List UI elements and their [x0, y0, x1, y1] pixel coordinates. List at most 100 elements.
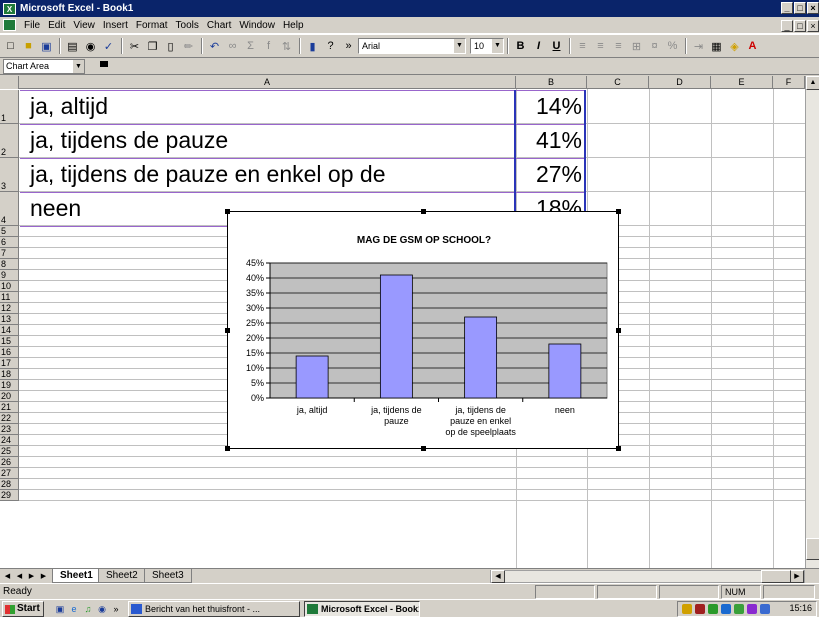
- align-left-icon[interactable]: ≡: [574, 38, 591, 55]
- merge-center-icon[interactable]: ⊞: [628, 38, 645, 55]
- italic-button[interactable]: I: [530, 38, 547, 55]
- percent-icon[interactable]: %: [664, 38, 681, 55]
- antivirus-icon[interactable]: [708, 604, 718, 614]
- currency-icon[interactable]: ¤: [646, 38, 663, 55]
- resize-handle[interactable]: [421, 209, 426, 214]
- row-header-7[interactable]: 7: [0, 248, 19, 259]
- row-header-22[interactable]: 22: [0, 413, 19, 424]
- function-icon[interactable]: f: [260, 38, 277, 55]
- speaker-icon[interactable]: [682, 604, 692, 614]
- spelling-icon[interactable]: ✓: [100, 38, 117, 55]
- column-header-a[interactable]: A: [19, 76, 516, 89]
- users-icon[interactable]: [760, 604, 770, 614]
- media-player-icon[interactable]: ♫: [82, 603, 94, 615]
- font-size-select[interactable]: 10 ▼: [470, 38, 504, 54]
- chevron-down-icon[interactable]: ▼: [454, 39, 465, 53]
- network-icon[interactable]: [695, 604, 705, 614]
- row-header-8[interactable]: 8: [0, 259, 19, 270]
- column-header-c[interactable]: C: [587, 76, 649, 89]
- scroll-up-icon[interactable]: ▲: [806, 76, 819, 90]
- row-header-28[interactable]: 28: [0, 479, 19, 490]
- workbook-close-button[interactable]: ×: [807, 20, 819, 32]
- font-color-icon[interactable]: A: [744, 38, 761, 55]
- menu-tools[interactable]: Tools: [172, 20, 203, 31]
- row-header-25[interactable]: 25: [0, 446, 19, 457]
- menu-file[interactable]: File: [20, 20, 44, 31]
- cell-b1[interactable]: 14%: [516, 92, 586, 123]
- align-right-icon[interactable]: ≡: [610, 38, 627, 55]
- column-header-e[interactable]: E: [711, 76, 773, 89]
- row-header-2[interactable]: 2: [0, 124, 19, 158]
- tab-sheet3[interactable]: Sheet3: [144, 569, 192, 583]
- font-name-select[interactable]: Arial ▼: [358, 38, 466, 54]
- tab-sheet2[interactable]: Sheet2: [98, 569, 146, 583]
- cell-b3[interactable]: 27%: [516, 160, 586, 191]
- row-header-14[interactable]: 14: [0, 325, 19, 336]
- autosum-icon[interactable]: Σ: [242, 38, 259, 55]
- row-header-3[interactable]: 3: [0, 158, 19, 192]
- tab-sheet1[interactable]: Sheet1: [52, 569, 101, 583]
- row-header-9[interactable]: 9: [0, 270, 19, 281]
- scroll-right-icon[interactable]: ▶: [790, 570, 804, 583]
- select-all-corner[interactable]: [0, 76, 19, 89]
- row-header-18[interactable]: 18: [0, 369, 19, 380]
- cell-a1[interactable]: ja, altijd: [20, 92, 515, 123]
- row-header-20[interactable]: 20: [0, 391, 19, 402]
- chart-wizard-icon[interactable]: ▮: [304, 38, 321, 55]
- sort-ascending-icon[interactable]: ⇅: [278, 38, 295, 55]
- next-sheet-icon[interactable]: ▶: [26, 571, 37, 582]
- resize-handle[interactable]: [225, 209, 230, 214]
- prev-sheet-icon[interactable]: ◀: [14, 571, 25, 582]
- workbook-restore-button[interactable]: □: [794, 20, 806, 32]
- close-button[interactable]: ×: [807, 2, 819, 14]
- vertical-scrollbar[interactable]: ▲: [805, 76, 819, 568]
- cut-icon[interactable]: ✂: [126, 38, 143, 55]
- print-preview-icon[interactable]: ◉: [82, 38, 99, 55]
- resize-handle[interactable]: [616, 209, 621, 214]
- row-header-5[interactable]: 5: [0, 226, 19, 237]
- monitor-icon[interactable]: [721, 604, 731, 614]
- hyperlink-icon[interactable]: ∞: [224, 38, 241, 55]
- menu-format[interactable]: Format: [132, 20, 172, 31]
- row-header-12[interactable]: 12: [0, 303, 19, 314]
- row-header-13[interactable]: 13: [0, 314, 19, 325]
- minimize-button[interactable]: _: [781, 2, 793, 14]
- worksheet-grid[interactable]: ja, altijd 14% ja, tijdens de pauze 41% ja, …: [0, 76, 805, 568]
- print-icon[interactable]: ▤: [64, 38, 81, 55]
- horizontal-scroll-thumb[interactable]: [761, 570, 791, 583]
- indent-icon[interactable]: ⇥: [690, 38, 707, 55]
- row-header-4[interactable]: 4: [0, 192, 19, 226]
- taskbar-button-email[interactable]: Bericht van het thuisfront - ...: [128, 601, 300, 617]
- resize-handle[interactable]: [616, 328, 621, 333]
- menu-edit[interactable]: Edit: [44, 20, 69, 31]
- menu-window[interactable]: Window: [235, 20, 279, 31]
- resize-handle[interactable]: [225, 446, 230, 451]
- internet-explorer-icon[interactable]: e: [68, 603, 80, 615]
- row-header-29[interactable]: 29: [0, 490, 19, 501]
- maximize-button[interactable]: □: [794, 2, 806, 14]
- chevron-down-icon[interactable]: ▼: [73, 60, 84, 73]
- chevron-down-icon[interactable]: ▼: [492, 39, 503, 53]
- resize-handle[interactable]: [225, 328, 230, 333]
- new-icon[interactable]: □: [2, 38, 19, 55]
- row-header-19[interactable]: 19: [0, 380, 19, 391]
- workbook-minimize-button[interactable]: _: [781, 20, 793, 32]
- menu-chart[interactable]: Chart: [203, 20, 235, 31]
- last-sheet-icon[interactable]: ▶: [38, 571, 49, 582]
- row-header-27[interactable]: 27: [0, 468, 19, 479]
- align-center-icon[interactable]: ≡: [592, 38, 609, 55]
- first-sheet-icon[interactable]: ◀: [2, 571, 13, 582]
- column-header-d[interactable]: D: [649, 76, 711, 89]
- shield-icon[interactable]: [747, 604, 757, 614]
- resize-handle[interactable]: [421, 446, 426, 451]
- row-header-1[interactable]: 1: [0, 90, 19, 124]
- menu-insert[interactable]: Insert: [99, 20, 132, 31]
- row-header-24[interactable]: 24: [0, 435, 19, 446]
- bold-button[interactable]: B: [512, 38, 529, 55]
- cell-b2[interactable]: 41%: [516, 126, 586, 157]
- fill-color-icon[interactable]: ◈: [726, 38, 743, 55]
- workbook-icon[interactable]: [3, 19, 16, 31]
- row-header-17[interactable]: 17: [0, 358, 19, 369]
- help-icon[interactable]: ?: [322, 38, 339, 55]
- format-painter-icon[interactable]: ✏: [180, 38, 197, 55]
